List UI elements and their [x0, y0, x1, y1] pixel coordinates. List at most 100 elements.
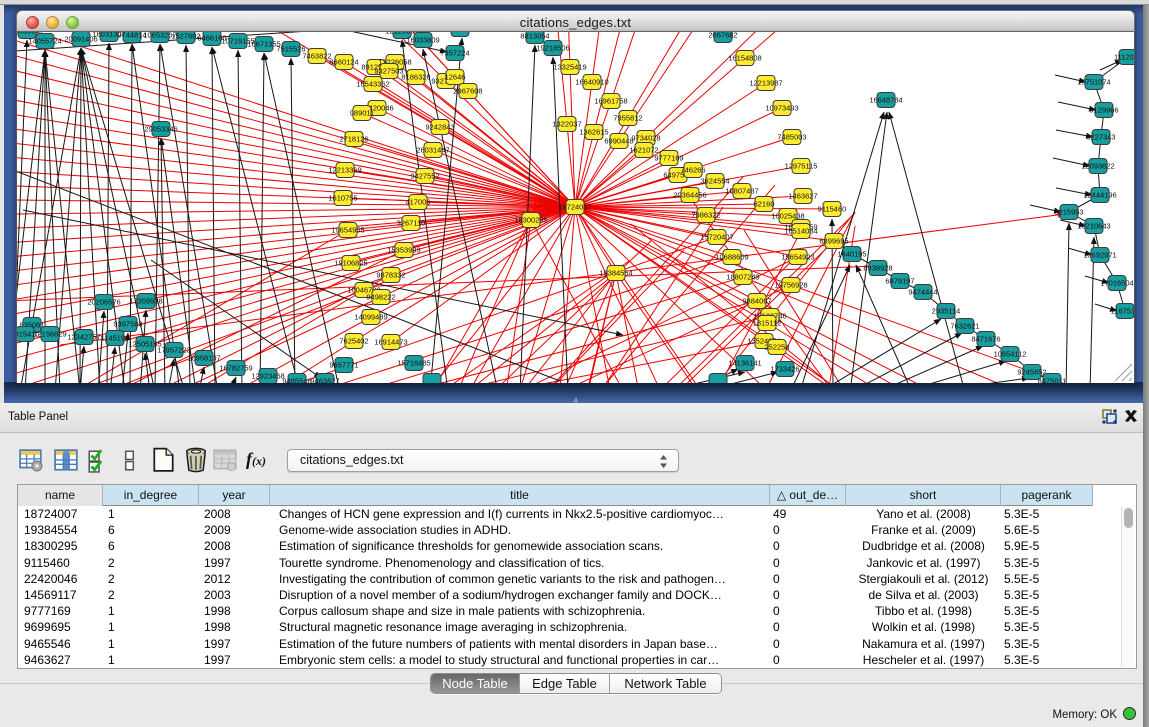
svg-text:16648784: 16648784 — [869, 96, 902, 105]
svg-text:17359938: 17359938 — [129, 297, 162, 306]
svg-text:20364456: 20364456 — [673, 191, 706, 200]
svg-text:1167531: 1167531 — [1111, 307, 1134, 316]
svg-text:9242843: 9242843 — [425, 123, 454, 132]
svg-text:12213369: 12213369 — [328, 166, 361, 175]
svg-text:19654955: 19654955 — [331, 226, 364, 235]
svg-text:19384554: 19384554 — [599, 269, 632, 278]
svg-text:16514084: 16514084 — [784, 227, 817, 236]
svg-text:8471676: 8471676 — [971, 335, 1000, 344]
svg-text:9463627: 9463627 — [310, 377, 339, 384]
svg-text:7955812: 7955812 — [613, 114, 642, 123]
svg-text:26031447: 26031447 — [416, 146, 449, 155]
svg-text:16961758: 16961758 — [594, 97, 627, 106]
svg-text:1610755: 1610755 — [328, 194, 357, 203]
svg-text:18807249: 18807249 — [726, 273, 759, 282]
svg-text:8938928: 8938928 — [863, 264, 892, 273]
svg-text:16033809: 16033809 — [406, 36, 439, 45]
svg-text:989011: 989011 — [350, 109, 374, 118]
svg-text:16154808: 16154808 — [728, 54, 761, 63]
svg-text:19106825: 19106825 — [334, 259, 367, 268]
svg-text:9227343: 9227343 — [1086, 133, 1115, 142]
svg-text:1640195: 1640195 — [837, 250, 866, 259]
svg-text:13325419: 13325419 — [553, 63, 586, 72]
svg-text:7625402: 7625402 — [339, 337, 368, 346]
svg-text:2718126: 2718126 — [339, 135, 368, 144]
svg-text:14099489: 14099489 — [354, 313, 387, 322]
svg-text:8186328: 8186328 — [401, 73, 430, 82]
svg-text:19654923: 19654923 — [781, 253, 814, 262]
svg-text:17016504: 17016504 — [1100, 279, 1133, 288]
svg-text:3267110: 3267110 — [397, 219, 426, 228]
svg-text:10807487: 10807487 — [725, 187, 758, 196]
svg-text:16210643: 16210643 — [1077, 222, 1110, 231]
svg-text:10654112: 10654112 — [994, 350, 1027, 359]
svg-text:20206576: 20206576 — [87, 298, 120, 307]
svg-text:10688609: 10688609 — [715, 253, 748, 262]
svg-text:12923468: 12923468 — [251, 372, 284, 381]
svg-text:7485003: 7485003 — [777, 133, 806, 142]
svg-text:9397588: 9397588 — [113, 320, 142, 329]
svg-text:9657771: 9657771 — [329, 361, 358, 370]
svg-text:252254: 252254 — [764, 343, 789, 352]
svg-text:9744814: 9744814 — [117, 32, 146, 40]
svg-text:7463822: 7463822 — [302, 52, 331, 61]
svg-text:15353993: 15353993 — [387, 246, 420, 255]
svg-text:9115460: 9115460 — [818, 205, 847, 214]
svg-text:2967608: 2967608 — [453, 87, 482, 96]
svg-text:19756928: 19756928 — [774, 281, 807, 290]
svg-text:12156829: 12156829 — [33, 330, 66, 339]
svg-text:1733426: 1733426 — [770, 365, 799, 374]
svg-text:1527602: 1527602 — [171, 32, 200, 41]
svg-text:9465546: 9465546 — [282, 377, 311, 384]
svg-text:12444196: 12444196 — [1083, 191, 1116, 200]
svg-text:16782759: 16782759 — [219, 364, 252, 373]
svg-text:9245652: 9245652 — [1017, 368, 1046, 377]
svg-text:2935114: 2935114 — [932, 307, 961, 316]
svg-text:9878332: 9878332 — [376, 271, 405, 280]
svg-text:1815112: 1815112 — [753, 319, 782, 328]
svg-text:6879197: 6879197 — [885, 277, 914, 286]
svg-text:1145194: 1145194 — [101, 334, 130, 343]
svg-text:6990448: 6990448 — [604, 137, 633, 146]
svg-text:417006: 417006 — [405, 198, 430, 207]
svg-text:8813054: 8813054 — [520, 32, 549, 41]
svg-text:14055724: 14055724 — [28, 37, 61, 46]
svg-text:10958107: 10958107 — [187, 354, 220, 363]
svg-text:12213987: 12213987 — [749, 79, 782, 88]
svg-text:15692971: 15692971 — [1083, 251, 1116, 260]
svg-text:15716485: 15716485 — [397, 359, 430, 368]
svg-text:29053346: 29053346 — [144, 125, 177, 134]
svg-text:18300295: 18300295 — [514, 216, 547, 225]
svg-text:15751074: 15751074 — [1077, 78, 1110, 87]
svg-text:16640910: 16640910 — [575, 78, 608, 87]
svg-text:12342757: 12342757 — [67, 333, 100, 342]
svg-text:14136141: 14136141 — [728, 359, 761, 368]
svg-text:10973493: 10973493 — [765, 104, 798, 113]
svg-text:7515526: 7515526 — [276, 45, 305, 54]
svg-text:9327503: 9327503 — [374, 67, 403, 76]
svg-text:19218506: 19218506 — [536, 44, 569, 53]
svg-text:1463627: 1463627 — [788, 192, 817, 201]
svg-text:8660124: 8660124 — [329, 58, 358, 67]
svg-text:9427552: 9427552 — [410, 172, 439, 181]
svg-text:9498222: 9498222 — [366, 293, 395, 302]
svg-text:17957223: 17957223 — [157, 346, 190, 355]
svg-text:16543362: 16543362 — [356, 80, 389, 89]
svg-text:20837: 20837 — [450, 32, 471, 34]
svg-text:12646: 12646 — [445, 73, 466, 82]
svg-text:9129966: 9129966 — [1089, 106, 1118, 115]
svg-text:7632621: 7632621 — [950, 322, 979, 331]
svg-text:9734028: 9734028 — [631, 134, 660, 143]
svg-text:7986322: 7986322 — [691, 211, 720, 220]
svg-text:7357224: 7357224 — [440, 49, 469, 58]
svg-text:1362615: 1362615 — [579, 128, 608, 137]
svg-text:746266: 746266 — [680, 166, 705, 175]
svg-text:9777169: 9777169 — [654, 154, 683, 163]
svg-text:3624554: 3624554 — [700, 177, 729, 186]
svg-text:16914473: 16914473 — [374, 338, 407, 347]
svg-text:9884067: 9884067 — [742, 297, 771, 306]
svg-text:12093822: 12093822 — [1081, 162, 1114, 171]
svg-text:12975115: 12975115 — [785, 162, 818, 171]
svg-text:62160: 62160 — [754, 200, 775, 209]
svg-text:1112034: 1112034 — [1114, 53, 1134, 62]
